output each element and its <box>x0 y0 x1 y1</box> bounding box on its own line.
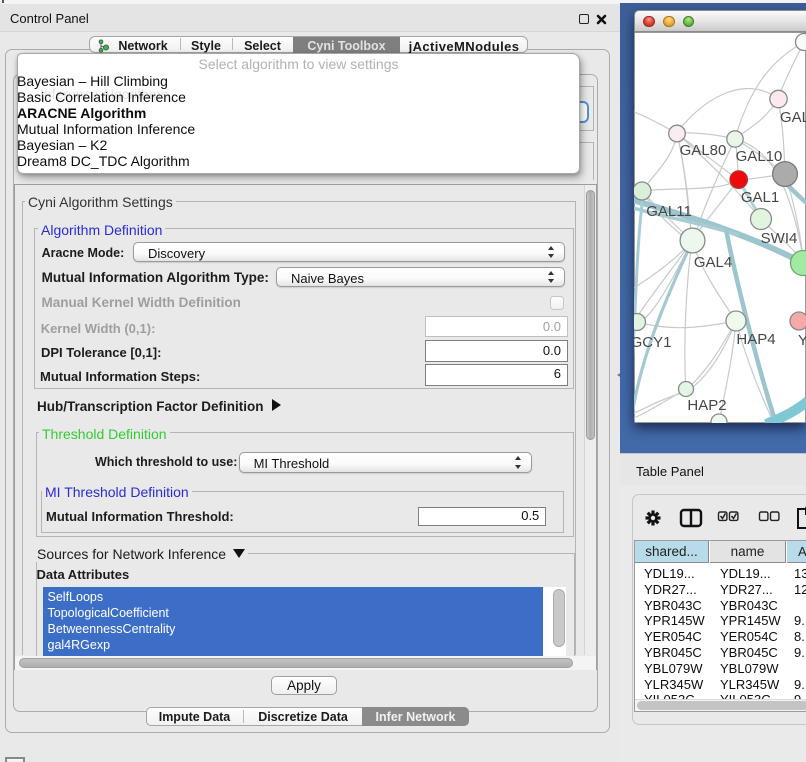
svg-text:GAL4: GAL4 <box>694 254 732 271</box>
svg-text:HAP4: HAP4 <box>736 331 775 348</box>
svg-text:GCY1: GCY1 <box>634 334 671 351</box>
svg-text:GAL7: GAL7 <box>780 109 806 126</box>
svg-text:HAP2: HAP2 <box>687 397 726 414</box>
svg-text:GAL80: GAL80 <box>680 142 727 159</box>
svg-text:SWI4: SWI4 <box>761 230 798 247</box>
svg-text:Y: Y <box>798 332 806 349</box>
svg-text:GAL11: GAL11 <box>646 203 692 220</box>
svg-text:GAL10: GAL10 <box>736 148 783 165</box>
svg-text:GAL1: GAL1 <box>741 189 779 206</box>
